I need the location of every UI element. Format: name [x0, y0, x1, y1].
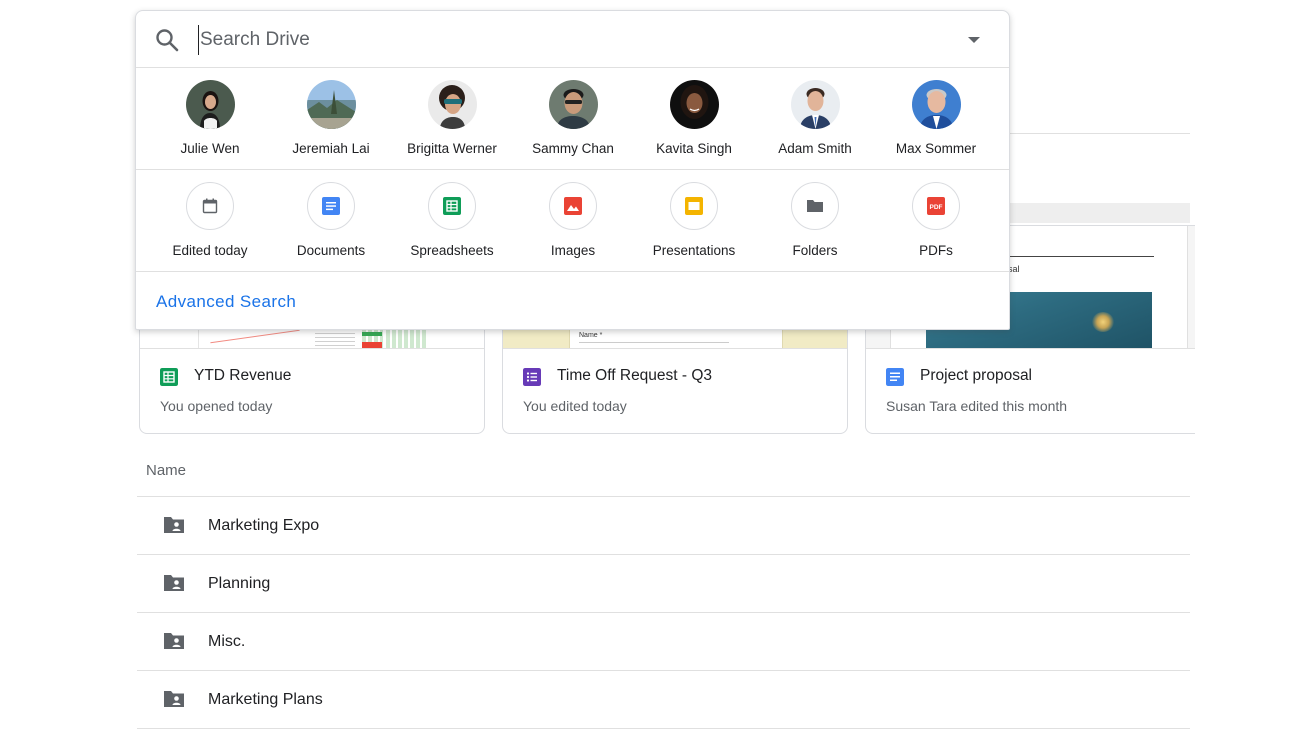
- avatar: [549, 80, 598, 129]
- list-item[interactable]: Marketing Plans: [137, 671, 1190, 728]
- filter-chip: [186, 182, 234, 230]
- background-toolbar-strip: [1010, 203, 1190, 223]
- docs-icon: [322, 197, 340, 215]
- filter-spreadsheets[interactable]: Spreadsheets: [392, 171, 512, 272]
- file-type-filters: Edited today Documents Spreadsheets Imag…: [136, 171, 1009, 272]
- advanced-search-link[interactable]: Advanced Search: [156, 292, 296, 312]
- file-activity: You edited today: [523, 398, 627, 414]
- person-name: Adam Smith: [778, 141, 852, 156]
- list-item[interactable]: Misc.: [137, 613, 1190, 670]
- person-suggestion-adam-smith[interactable]: Adam Smith: [755, 68, 875, 170]
- person-suggestion-sammy-chan[interactable]: Sammy Chan: [513, 68, 633, 170]
- search-dropdown-panel: Julie Wen Jeremiah Lai Brigitta Werner: [135, 10, 1010, 330]
- calendar-icon: [202, 198, 218, 214]
- filter-images[interactable]: Images: [513, 171, 633, 272]
- avatar: [670, 80, 719, 129]
- avatar: [791, 80, 840, 129]
- file-title: Time Off Request - Q3: [557, 367, 713, 384]
- filter-chip: [428, 182, 476, 230]
- pdf-icon: PDF: [927, 197, 945, 215]
- sheets-icon: [443, 197, 461, 215]
- svg-text:PDF: PDF: [930, 204, 943, 211]
- filter-presentations[interactable]: Presentations: [634, 171, 754, 272]
- slides-icon: [685, 197, 703, 215]
- search-input[interactable]: [198, 25, 938, 55]
- list-item[interactable]: Marketing Expo: [137, 497, 1190, 554]
- filter-chip: [307, 182, 355, 230]
- filter-label: Spreadsheets: [410, 243, 494, 258]
- file-activity: You opened today: [160, 398, 273, 414]
- search-icon[interactable]: [154, 27, 180, 53]
- background-divider: [1010, 133, 1190, 134]
- avatar: [912, 80, 961, 129]
- person-name: Sammy Chan: [532, 141, 614, 156]
- docs-icon: [886, 368, 904, 386]
- filter-documents[interactable]: Documents: [271, 171, 391, 272]
- filter-folders[interactable]: Folders: [755, 171, 875, 272]
- person-suggestion-julie-wen[interactable]: Julie Wen: [150, 68, 270, 170]
- filter-chip: [549, 182, 597, 230]
- folder-icon: [807, 200, 823, 212]
- filter-label: PDFs: [919, 243, 953, 258]
- avatar: [186, 80, 235, 129]
- search-bar: [136, 11, 1009, 68]
- avatar: [307, 80, 356, 129]
- filter-label: Edited today: [172, 243, 248, 258]
- filter-edited-today[interactable]: Edited today: [150, 171, 270, 272]
- person-name: Brigitta Werner: [407, 141, 497, 156]
- folder-name: Marketing Plans: [208, 691, 323, 708]
- shared-folder-icon: [164, 633, 184, 649]
- avatar: [428, 80, 477, 129]
- list-column-header-name[interactable]: Name: [146, 462, 186, 479]
- image-icon: [564, 197, 582, 215]
- list-item[interactable]: Planning: [137, 555, 1190, 612]
- shared-folder-icon: [164, 575, 184, 591]
- filter-label: Folders: [792, 243, 838, 258]
- person-suggestion-max-sommer[interactable]: Max Sommer: [876, 68, 996, 170]
- filter-pdfs[interactable]: PDF PDFs: [876, 171, 996, 272]
- person-name: Jeremiah Lai: [292, 141, 370, 156]
- folder-name: Misc.: [208, 633, 246, 650]
- filter-label: Images: [550, 243, 596, 258]
- forms-icon: [523, 368, 541, 386]
- person-name: Max Sommer: [895, 141, 977, 156]
- sheets-icon: [160, 368, 178, 386]
- filter-chip: [670, 182, 718, 230]
- thumbnail-form-label: Name *: [579, 332, 603, 339]
- person-name: Julie Wen: [180, 141, 240, 156]
- shared-folder-icon: [164, 691, 184, 707]
- filter-label: Presentations: [652, 243, 736, 258]
- person-suggestion-kavita-singh[interactable]: Kavita Singh: [634, 68, 754, 170]
- filter-chip: PDF: [912, 182, 960, 230]
- folder-name: Planning: [208, 575, 271, 592]
- filter-chip: [791, 182, 839, 230]
- folder-name: Marketing Expo: [208, 517, 320, 534]
- person-suggestion-jeremiah-lai[interactable]: Jeremiah Lai: [271, 68, 391, 170]
- person-suggestion-brigitta-werner[interactable]: Brigitta Werner: [392, 68, 512, 170]
- filter-label: Documents: [296, 243, 366, 258]
- search-options-dropdown-icon[interactable]: [967, 35, 981, 45]
- shared-folder-icon: [164, 517, 184, 533]
- file-activity: Susan Tara edited this month: [886, 398, 1068, 414]
- people-suggestions: Julie Wen Jeremiah Lai Brigitta Werner S…: [136, 68, 1009, 170]
- file-title: Project proposal: [920, 367, 1033, 384]
- person-name: Kavita Singh: [656, 141, 732, 156]
- file-title: YTD Revenue: [194, 367, 292, 384]
- list-divider: [137, 728, 1190, 729]
